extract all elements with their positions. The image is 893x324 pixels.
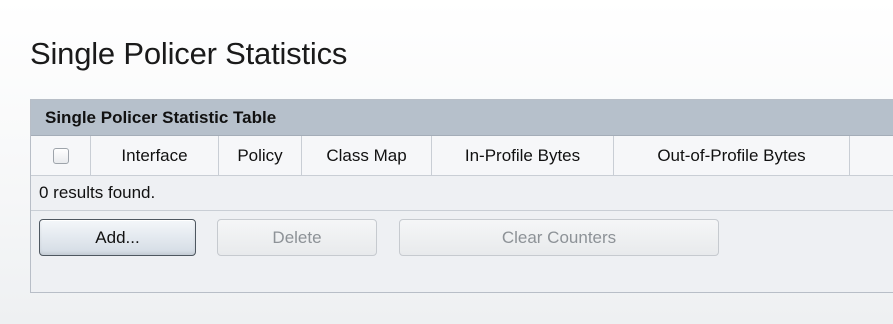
table-caption: Single Policer Statistic Table — [31, 100, 893, 136]
results-count: 0 results found. — [31, 176, 893, 211]
column-header-out-of-profile-bytes[interactable]: Out-of-Profile Bytes — [614, 136, 850, 175]
button-row: Add... Delete Clear Counters — [31, 211, 893, 265]
add-button[interactable]: Add... — [39, 219, 196, 256]
clear-counters-button[interactable]: Clear Counters — [399, 219, 719, 256]
column-header-interface[interactable]: Interface — [91, 136, 219, 175]
column-header-class-map[interactable]: Class Map — [302, 136, 432, 175]
page-title: Single Policer Statistics — [30, 36, 348, 71]
column-header-policy[interactable]: Policy — [219, 136, 302, 175]
delete-button[interactable]: Delete — [217, 219, 377, 256]
column-header-select — [31, 136, 91, 175]
column-header-in-profile-bytes[interactable]: In-Profile Bytes — [432, 136, 614, 175]
select-all-checkbox[interactable] — [52, 147, 69, 164]
statistics-table-panel: Single Policer Statistic Table Interface… — [30, 99, 893, 293]
table-header-row: Interface Policy Class Map In-Profile By… — [31, 136, 893, 176]
